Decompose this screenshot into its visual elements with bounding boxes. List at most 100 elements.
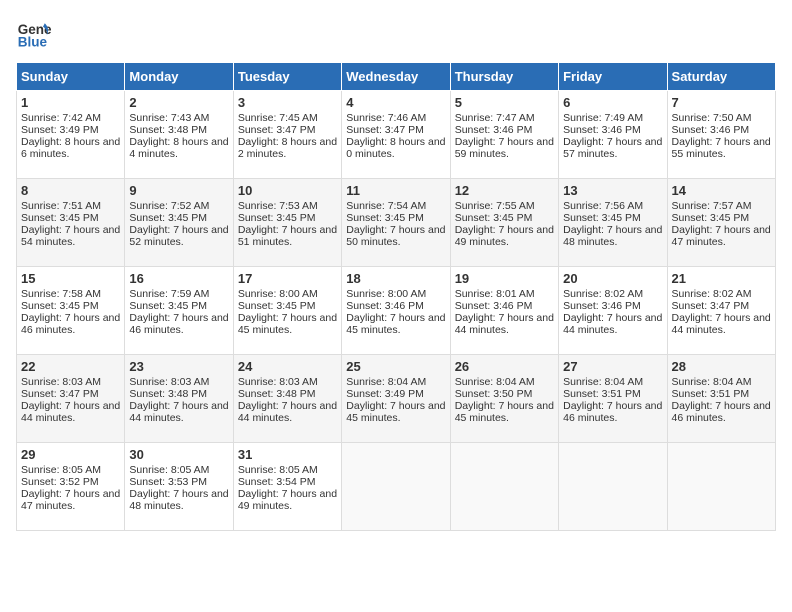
calendar-header-row: SundayMondayTuesdayWednesdayThursdayFrid… [17, 63, 776, 91]
day-number: 22 [21, 359, 120, 374]
calendar-week-row: 8 Sunrise: 7:51 AMSunset: 3:45 PMDaylight… [17, 179, 776, 267]
cell-info: Sunrise: 8:01 AMSunset: 3:46 PMDaylight:… [455, 288, 554, 336]
day-number: 31 [238, 447, 337, 462]
calendar-cell [342, 443, 450, 531]
calendar-cell: 18Sunrise: 8:00 AMSunset: 3:46 PMDayligh… [342, 267, 450, 355]
calendar-cell [559, 443, 667, 531]
calendar-cell: 20 Sunrise: 8:02 AMSunset: 3:46 PMDayligh… [559, 267, 667, 355]
day-number: 13 [563, 183, 662, 198]
day-header-thursday: Thursday [450, 63, 558, 91]
day-number: 11 [346, 183, 445, 198]
calendar-cell: 13 Sunrise: 7:56 AMSunset: 3:45 PMDayligh… [559, 179, 667, 267]
day-number: 15 [21, 271, 120, 286]
calendar-cell: 1 Sunrise: 7:42 AMSunset: 3:49 PMDaylight… [17, 91, 125, 179]
day-number: 23 [129, 359, 228, 374]
calendar-cell: 17 Sunrise: 8:00 AMSunset: 3:45 PMDayligh… [233, 267, 341, 355]
calendar-cell [667, 443, 775, 531]
calendar-week-row: 22 Sunrise: 8:03 AMSunset: 3:47 PMDayligh… [17, 355, 776, 443]
calendar-cell: 2 Sunrise: 7:43 AMSunset: 3:48 PMDaylight… [125, 91, 233, 179]
cell-info: Sunrise: 7:42 AMSunset: 3:49 PMDaylight:… [21, 112, 120, 160]
day-number: 10 [238, 183, 337, 198]
calendar-table: SundayMondayTuesdayWednesdayThursdayFrid… [16, 62, 776, 531]
cell-info: Sunrise: 8:03 AMSunset: 3:47 PMDaylight:… [21, 376, 120, 424]
day-number: 28 [672, 359, 771, 374]
cell-info: Sunrise: 7:57 AMSunset: 3:45 PMDaylight:… [672, 200, 771, 248]
calendar-cell: 14Sunrise: 7:57 AMSunset: 3:45 PMDayligh… [667, 179, 775, 267]
cell-info: Sunrise: 8:05 AMSunset: 3:53 PMDaylight:… [129, 464, 228, 512]
cell-info: Sunrise: 7:45 AMSunset: 3:47 PMDaylight:… [238, 112, 337, 160]
calendar-cell: 19 Sunrise: 8:01 AMSunset: 3:46 PMDayligh… [450, 267, 558, 355]
cell-info: Sunrise: 7:51 AMSunset: 3:45 PMDaylight:… [21, 200, 120, 248]
day-header-saturday: Saturday [667, 63, 775, 91]
day-number: 2 [129, 95, 228, 110]
day-header-tuesday: Tuesday [233, 63, 341, 91]
day-number: 16 [129, 271, 228, 286]
cell-info: Sunrise: 7:49 AMSunset: 3:46 PMDaylight:… [563, 112, 662, 160]
cell-info: Sunrise: 7:52 AMSunset: 3:45 PMDaylight:… [129, 200, 228, 248]
day-number: 4 [346, 95, 445, 110]
cell-info: Sunrise: 7:54 AMSunset: 3:45 PMDaylight:… [346, 200, 445, 248]
cell-info: Sunrise: 7:59 AMSunset: 3:45 PMDaylight:… [129, 288, 228, 336]
day-number: 26 [455, 359, 554, 374]
cell-info: Sunrise: 7:53 AMSunset: 3:45 PMDaylight:… [238, 200, 337, 248]
calendar-cell: 4 Sunrise: 7:46 AMSunset: 3:47 PMDaylight… [342, 91, 450, 179]
calendar-cell: 23 Sunrise: 8:03 AMSunset: 3:48 PMDayligh… [125, 355, 233, 443]
cell-info: Sunrise: 7:50 AMSunset: 3:46 PMDaylight:… [672, 112, 771, 160]
calendar-cell: 27Sunrise: 8:04 AMSunset: 3:51 PMDayligh… [559, 355, 667, 443]
calendar-cell: 21 Sunrise: 8:02 AMSunset: 3:47 PMDayligh… [667, 267, 775, 355]
day-number: 29 [21, 447, 120, 462]
day-header-friday: Friday [559, 63, 667, 91]
day-header-sunday: Sunday [17, 63, 125, 91]
calendar-week-row: 15 Sunrise: 7:58 AMSunset: 3:45 PMDayligh… [17, 267, 776, 355]
calendar-cell: 11 Sunrise: 7:54 AMSunset: 3:45 PMDayligh… [342, 179, 450, 267]
day-number: 9 [129, 183, 228, 198]
calendar-cell: 15 Sunrise: 7:58 AMSunset: 3:45 PMDayligh… [17, 267, 125, 355]
calendar-week-row: 29Sunrise: 8:05 AMSunset: 3:52 PMDayligh… [17, 443, 776, 531]
cell-info: Sunrise: 8:04 AMSunset: 3:51 PMDaylight:… [672, 376, 771, 424]
day-number: 25 [346, 359, 445, 374]
cell-info: Sunrise: 7:43 AMSunset: 3:48 PMDaylight:… [129, 112, 228, 160]
calendar-cell: 12Sunrise: 7:55 AMSunset: 3:45 PMDayligh… [450, 179, 558, 267]
day-number: 21 [672, 271, 771, 286]
cell-info: Sunrise: 8:02 AMSunset: 3:47 PMDaylight:… [672, 288, 771, 336]
day-number: 7 [672, 95, 771, 110]
cell-info: Sunrise: 8:05 AMSunset: 3:54 PMDaylight:… [238, 464, 337, 512]
calendar-cell: 10 Sunrise: 7:53 AMSunset: 3:45 PMDayligh… [233, 179, 341, 267]
calendar-cell: 6Sunrise: 7:49 AMSunset: 3:46 PMDaylight… [559, 91, 667, 179]
cell-info: Sunrise: 8:03 AMSunset: 3:48 PMDaylight:… [238, 376, 337, 424]
logo: General Blue [16, 16, 56, 52]
day-number: 24 [238, 359, 337, 374]
calendar-cell: 29Sunrise: 8:05 AMSunset: 3:52 PMDayligh… [17, 443, 125, 531]
day-number: 30 [129, 447, 228, 462]
calendar-cell: 25 Sunrise: 8:04 AMSunset: 3:49 PMDayligh… [342, 355, 450, 443]
cell-info: Sunrise: 8:04 AMSunset: 3:50 PMDaylight:… [455, 376, 554, 424]
cell-info: Sunrise: 8:03 AMSunset: 3:48 PMDaylight:… [129, 376, 228, 424]
calendar-week-row: 1 Sunrise: 7:42 AMSunset: 3:49 PMDaylight… [17, 91, 776, 179]
cell-info: Sunrise: 7:58 AMSunset: 3:45 PMDaylight:… [21, 288, 120, 336]
day-number: 19 [455, 271, 554, 286]
day-number: 1 [21, 95, 120, 110]
calendar-cell [450, 443, 558, 531]
day-number: 17 [238, 271, 337, 286]
calendar-cell: 5Sunrise: 7:47 AMSunset: 3:46 PMDaylight… [450, 91, 558, 179]
cell-info: Sunrise: 8:02 AMSunset: 3:46 PMDaylight:… [563, 288, 662, 336]
cell-info: Sunrise: 7:47 AMSunset: 3:46 PMDaylight:… [455, 112, 554, 160]
calendar-cell: 7 Sunrise: 7:50 AMSunset: 3:46 PMDaylight… [667, 91, 775, 179]
cell-info: Sunrise: 7:56 AMSunset: 3:45 PMDaylight:… [563, 200, 662, 248]
cell-info: Sunrise: 7:46 AMSunset: 3:47 PMDaylight:… [346, 112, 445, 160]
day-number: 27 [563, 359, 662, 374]
calendar-cell: 24 Sunrise: 8:03 AMSunset: 3:48 PMDayligh… [233, 355, 341, 443]
day-header-wednesday: Wednesday [342, 63, 450, 91]
cell-info: Sunrise: 8:04 AMSunset: 3:49 PMDaylight:… [346, 376, 445, 424]
svg-text:Blue: Blue [18, 35, 48, 50]
day-number: 8 [21, 183, 120, 198]
calendar-cell: 16 Sunrise: 7:59 AMSunset: 3:45 PMDayligh… [125, 267, 233, 355]
calendar-cell: 22 Sunrise: 8:03 AMSunset: 3:47 PMDayligh… [17, 355, 125, 443]
logo-icon: General Blue [16, 16, 52, 52]
page-header: General Blue [16, 16, 776, 52]
day-number: 20 [563, 271, 662, 286]
calendar-cell: 31 Sunrise: 8:05 AMSunset: 3:54 PMDayligh… [233, 443, 341, 531]
calendar-cell: 8 Sunrise: 7:51 AMSunset: 3:45 PMDaylight… [17, 179, 125, 267]
cell-info: Sunrise: 7:55 AMSunset: 3:45 PMDaylight:… [455, 200, 554, 248]
cell-info: Sunrise: 8:00 AMSunset: 3:45 PMDaylight:… [238, 288, 337, 336]
